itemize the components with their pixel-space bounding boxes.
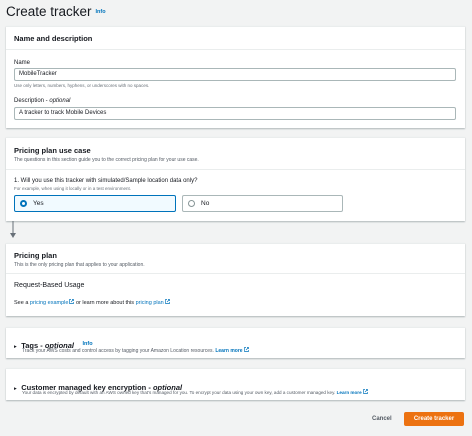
pricing-plan-name: Request-Based Usage (14, 282, 85, 289)
radio-yes-label: Yes (33, 200, 44, 207)
description-label-text: Description (14, 98, 45, 104)
pricing-plan-description: This is the only pricing plan that appli… (14, 262, 145, 268)
tags-info-link[interactable]: Info (82, 341, 92, 347)
caret-right-icon: ▸ (14, 344, 17, 350)
radio-no-label: No (201, 200, 210, 207)
use-case-question: 1. Will you use this tracker with simula… (14, 178, 198, 184)
cancel-button[interactable]: Cancel (372, 416, 392, 422)
encryption-learn-more-link[interactable]: Learn more (337, 390, 362, 395)
encryption-panel: ▸ Customer managed key encryption - opti… (6, 368, 465, 400)
description-input[interactable]: A tracker to track Mobile Devices (14, 107, 456, 120)
tags-description-text: Track your AWS costs and control access … (22, 348, 214, 354)
panel-divider (6, 169, 465, 170)
info-link[interactable]: Info (96, 9, 106, 15)
radio-no[interactable]: No (182, 195, 343, 212)
name-hint: Use only letters, numbers, hyphens, or u… (14, 83, 150, 88)
name-input[interactable]: MobileTracker (14, 68, 456, 81)
encryption-description: Your data is encrypted by default with a… (22, 389, 368, 395)
caret-right-icon: ▸ (14, 386, 17, 392)
external-link-icon (164, 299, 170, 304)
external-link-icon (362, 389, 368, 394)
create-tracker-button[interactable]: Create tracker (404, 412, 464, 426)
description-label: Description - optional (14, 98, 71, 104)
pricing-plan-links: See a pricing example or learn more abou… (14, 299, 170, 306)
description-optional: optional (49, 98, 71, 104)
name-description-panel: Name and description Name MobileTracker … (6, 26, 465, 128)
panel-divider (6, 273, 465, 274)
name-label: Name (14, 60, 31, 66)
external-link-icon (243, 347, 249, 352)
tags-description: Track your AWS costs and control access … (22, 347, 249, 354)
connector-arrow-icon (10, 221, 16, 238)
tags-learn-more-link[interactable]: Learn more (215, 348, 242, 354)
page-title: Create tracker Info (6, 4, 106, 19)
learn-more-text: or learn more about this (75, 300, 135, 306)
use-case-description: The questions in this section guide you … (14, 157, 199, 163)
encryption-description-text: Your data is encrypted by default with a… (22, 390, 336, 395)
see-text: See a (14, 300, 29, 306)
radio-yes-indicator (20, 200, 27, 207)
use-case-heading: Pricing plan use case (14, 146, 91, 155)
name-section-heading: Name and description (14, 34, 93, 43)
panel-divider (6, 49, 465, 50)
pricing-use-case-panel: Pricing plan use case The questions in t… (6, 137, 465, 221)
tags-panel: ▸ Tags - optional Info Track your AWS co… (6, 327, 465, 358)
pricing-plan-panel: Pricing plan This is the only pricing pl… (6, 243, 465, 316)
use-case-question-hint: For example, when using it locally or in… (14, 186, 132, 191)
page-title-text: Create tracker (6, 4, 92, 19)
radio-no-indicator (188, 200, 195, 207)
external-link-icon (69, 299, 75, 304)
pricing-plan-heading: Pricing plan (14, 251, 57, 260)
pricing-plan-link[interactable]: pricing plan (136, 300, 164, 306)
pricing-example-link[interactable]: pricing example (30, 300, 69, 306)
radio-yes[interactable]: Yes (14, 195, 176, 212)
